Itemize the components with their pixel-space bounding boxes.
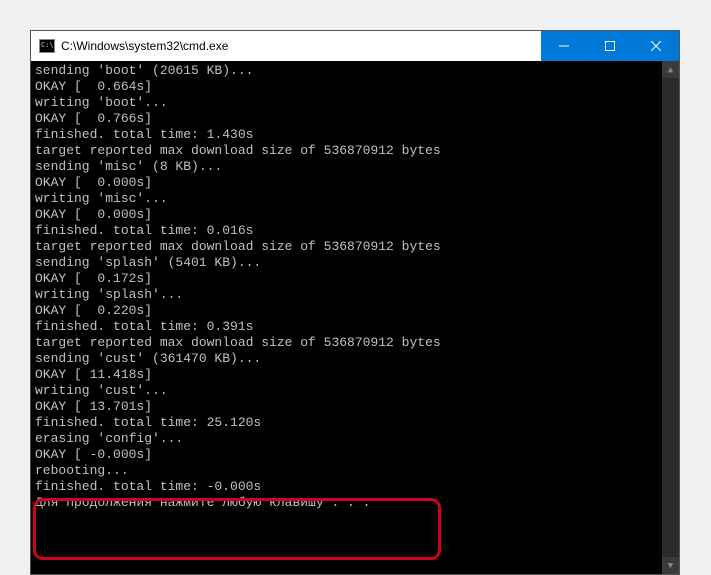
- scroll-down-button[interactable]: ▼: [662, 557, 679, 574]
- maximize-icon: [605, 41, 615, 51]
- terminal-line: OKAY [ 0.220s]: [35, 303, 675, 319]
- scrollbar[interactable]: ▲ ▼: [662, 61, 679, 574]
- terminal-line: sending 'boot' (20615 KB)...: [35, 63, 675, 79]
- terminal-line: OKAY [ 0.000s]: [35, 207, 675, 223]
- minimize-button[interactable]: [541, 31, 587, 61]
- terminal-line: target reported max download size of 536…: [35, 143, 675, 159]
- close-button[interactable]: [633, 31, 679, 61]
- terminal-line: sending 'misc' (8 KB)...: [35, 159, 675, 175]
- terminal-line: target reported max download size of 536…: [35, 239, 675, 255]
- terminal-line: OKAY [ 0.000s]: [35, 175, 675, 191]
- terminal-line: OKAY [ 0.766s]: [35, 111, 675, 127]
- window-title: C:\Windows\system32\cmd.exe: [61, 39, 228, 53]
- terminal-line: sending 'splash' (5401 KB)...: [35, 255, 675, 271]
- terminal-line: rebooting...: [35, 463, 675, 479]
- close-icon: [651, 41, 661, 51]
- terminal-line: writing 'splash'...: [35, 287, 675, 303]
- terminal-line: OKAY [ 11.418s]: [35, 367, 675, 383]
- terminal-line: OKAY [ 0.664s]: [35, 79, 675, 95]
- terminal-line: OKAY [ 13.701s]: [35, 399, 675, 415]
- terminal-line: finished. total time: 1.430s: [35, 127, 675, 143]
- maximize-button[interactable]: [587, 31, 633, 61]
- terminal-line: erasing 'config'...: [35, 431, 675, 447]
- terminal-line: finished. total time: 25.120s: [35, 415, 675, 431]
- terminal-line: finished. total time: 0.391s: [35, 319, 675, 335]
- cmd-window: C:\Windows\system32\cmd.exe sending 'boo…: [30, 30, 680, 575]
- scroll-up-button[interactable]: ▲: [662, 61, 679, 78]
- terminal-output: sending 'boot' (20615 KB)...OKAY [ 0.664…: [31, 61, 679, 574]
- terminal-line: target reported max download size of 536…: [35, 335, 675, 351]
- titlebar[interactable]: C:\Windows\system32\cmd.exe: [31, 31, 679, 61]
- terminal-line: Для продолжения нажмите любую клавишу . …: [35, 495, 675, 511]
- cmd-icon: [39, 39, 55, 53]
- terminal-line: writing 'boot'...: [35, 95, 675, 111]
- terminal-line: sending 'cust' (361470 KB)...: [35, 351, 675, 367]
- terminal-line: writing 'cust'...: [35, 383, 675, 399]
- terminal-line: writing 'misc'...: [35, 191, 675, 207]
- terminal-line: OKAY [ 0.172s]: [35, 271, 675, 287]
- terminal-line: finished. total time: -0.000s: [35, 479, 675, 495]
- terminal-line: OKAY [ -0.000s]: [35, 447, 675, 463]
- minimize-icon: [559, 41, 569, 51]
- window-controls: [541, 31, 679, 61]
- terminal-line: finished. total time: 0.016s: [35, 223, 675, 239]
